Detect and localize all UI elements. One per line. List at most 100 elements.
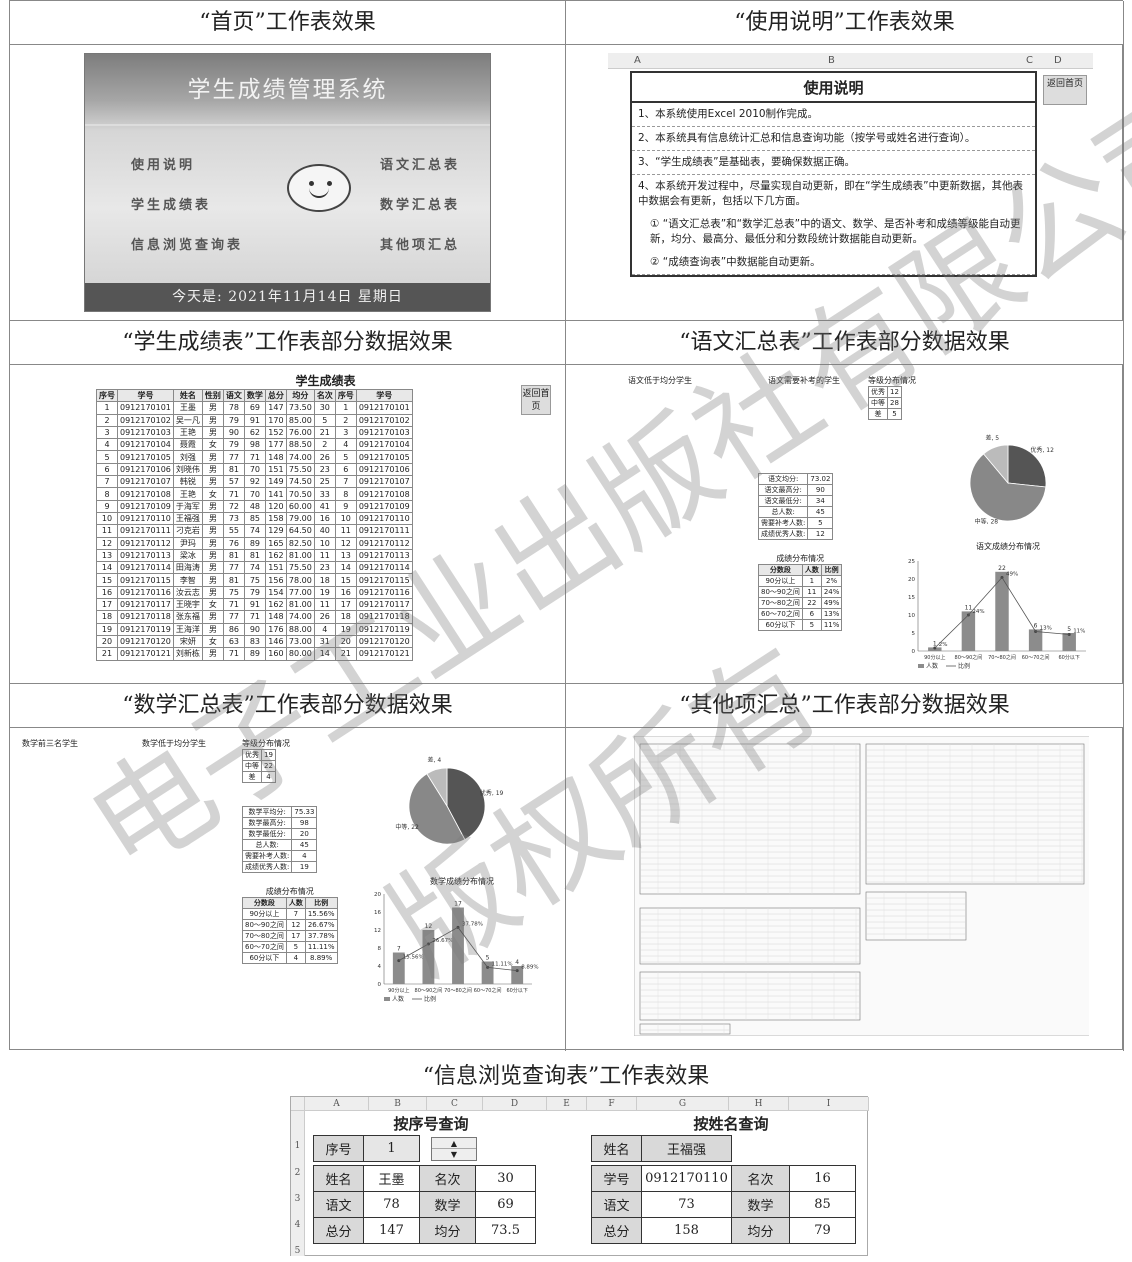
table-cell: 26 (313, 450, 336, 464)
table-cell: 3 (96, 425, 118, 440)
table-cell: 71 (222, 598, 245, 612)
data-label: 4 (515, 959, 519, 966)
table-cell: 98 (243, 438, 266, 452)
table-cell: 5 (807, 517, 834, 529)
table-cell: 2% (820, 575, 843, 587)
table-row: 14 0912170114 田海涛男 77 74 151 75.50 23 14 09121701… (96, 561, 413, 575)
field-value: 147 (363, 1217, 420, 1244)
query-by-no-title: 按序号查询 (393, 1115, 469, 1133)
column-header: 分数段 (242, 897, 287, 909)
back-home-button[interactable]: 返回首页 (1043, 75, 1087, 105)
home-link-query[interactable]: 信息浏览查询表 (131, 234, 243, 253)
table-cell: 11 (334, 524, 357, 538)
home-link-help[interactable]: 使用说明 (131, 154, 195, 173)
pie-label: 差, 4 (428, 756, 442, 764)
table-cell: 5 (801, 619, 822, 631)
table-cell: 20 (334, 634, 357, 649)
table-row: 18 0912170118 张东福男 77 71 148 74.00 26 18 09121701… (96, 610, 413, 624)
home-link-math[interactable]: 数学汇总表 (380, 194, 460, 213)
field-value: 73 (641, 1191, 732, 1218)
data-label: 7 (397, 946, 401, 953)
table-cell: 王艳 (172, 487, 203, 501)
table-row: 中等 28 (868, 397, 902, 409)
spin-down-icon[interactable]: ▼ (432, 1149, 476, 1160)
table-row: 语文 73 数学 85 (591, 1191, 856, 1218)
chinese-dist-table: 分数段 人数 比例 90分以上 1 2% 80～90之间 11 24% 70～80之间 22 49% 6… (758, 564, 843, 631)
col-b: B (828, 55, 835, 66)
table-cell: 70～80之间 (242, 930, 287, 942)
table-row: 3 0912170103 王艳男 90 62 152 76.00 21 3 0912170103 (96, 425, 413, 440)
table-row: 16 0912170116 汝云志男 75 79 154 77.00 19 16 09121701… (96, 585, 413, 600)
table-cell: 12 (334, 536, 357, 550)
table-cell: 71 (222, 647, 245, 661)
legend-swatch (384, 997, 390, 1001)
table-row: 需要补考人数: 4 (241, 850, 318, 862)
table-cell: 王墨 (172, 401, 203, 415)
column-header: 比例 (820, 564, 843, 576)
no-input[interactable]: 1 (363, 1135, 420, 1162)
table-cell: 78.00 (285, 573, 315, 587)
table-cell: 81 (222, 548, 245, 563)
divider (85, 124, 490, 126)
table-cell: 63 (222, 634, 245, 649)
table-cell: 82.50 (285, 536, 315, 550)
home-link-chinese[interactable]: 语文汇总表 (380, 154, 460, 173)
table-cell: 78 (222, 401, 245, 415)
spin-up-icon[interactable]: ▲ (432, 1138, 476, 1149)
table-row: 90分以上 7 15.56% (242, 908, 338, 920)
table-cell: 146 (264, 634, 287, 649)
table-cell: 0912170116 (355, 585, 413, 600)
table-cell: 33 (313, 487, 336, 501)
bar (452, 907, 464, 984)
y-tick-label: 12 (374, 928, 381, 934)
table-row: 4 0912170104 聂霞女 79 98 177 88.50 2 4 0912170104 (96, 438, 413, 452)
table-row: 差4 (242, 771, 276, 783)
back-home-button[interactable]: 返回首页 (521, 385, 551, 415)
table-row: 总人数: 45 (757, 506, 834, 518)
home-link-other[interactable]: 其他项汇总 (380, 234, 460, 253)
math-low-title: 数学低于均分学生 (142, 739, 206, 748)
table-cell: 0912170106 (355, 462, 413, 477)
table-cell: 15.56% (304, 908, 338, 920)
table-cell: 4 (261, 771, 276, 783)
no-spinner[interactable]: ▲ ▼ (431, 1137, 477, 1161)
table-row: 13 0912170113 梁冰男 81 81 162 81.00 11 13 091217011… (96, 548, 413, 563)
table-cell: 20 (96, 634, 118, 649)
y-tick-label: 5 (912, 631, 916, 637)
field-label: 语文 (313, 1191, 364, 1218)
table-cell: 0912170104 (117, 438, 174, 452)
data-label: 22 (998, 565, 1006, 572)
table-row: 优秀 19 (242, 749, 276, 761)
name-input[interactable]: 王福强 (641, 1135, 732, 1162)
col-a: A (634, 55, 641, 66)
table-cell: 男 (201, 524, 224, 538)
table-cell: 0912170111 (117, 524, 174, 538)
table-cell: 刘强 (172, 450, 203, 464)
pct-label: 26.67% (432, 938, 453, 944)
table-cell: 田海涛 (172, 561, 203, 575)
table-row: 总分 158 均分 79 (591, 1217, 856, 1244)
column-header: 序号 (334, 388, 357, 403)
table-cell: 160 (264, 647, 287, 661)
figure-grid: “首页”工作表效果 学生成绩管理系统 使用说明 学生成绩表 信息浏览查询表 语文… (9, 0, 1124, 1051)
table-cell: 0912170113 (117, 548, 174, 563)
field-value: 73.5 (475, 1217, 536, 1244)
table-cell: 73 (222, 511, 245, 526)
table-cell: 0912170107 (355, 475, 413, 489)
home-link-grades[interactable]: 学生成绩表 (131, 194, 211, 213)
column-header: 语文 (222, 388, 245, 403)
legend-label: 比例 (958, 662, 970, 670)
table-cell: 162 (264, 548, 287, 563)
table-cell: 1 (96, 401, 118, 415)
table-cell: 男 (201, 561, 224, 575)
table-cell: 90 (243, 622, 266, 636)
table-cell: 19 (261, 749, 276, 761)
table-cell: 王晓宇 (172, 598, 203, 612)
math-dist-title: 成绩分布情况 (265, 887, 314, 896)
table-cell: 14 (334, 561, 357, 575)
bar (995, 571, 1009, 651)
field-value: 79 (789, 1217, 856, 1244)
col-f: F (587, 1097, 637, 1111)
table-cell: 刘晓伟 (172, 462, 203, 477)
table-cell: 7 (96, 475, 118, 489)
